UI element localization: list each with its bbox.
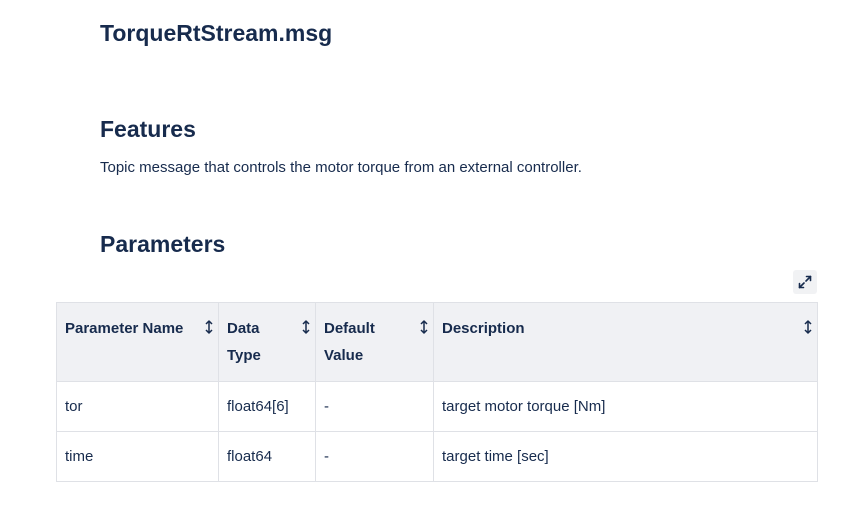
- column-header-label: Data Type: [227, 320, 261, 364]
- cell-parameter-name: time: [56, 431, 219, 482]
- column-header-label: Default Value: [324, 320, 375, 364]
- expand-table-button[interactable]: [793, 270, 817, 294]
- cell-default-value: -: [315, 431, 434, 482]
- table-row: tor float64[6] - target motor torque [Nm…: [56, 381, 818, 432]
- column-header-data-type[interactable]: Data Type: [218, 302, 316, 382]
- parameters-heading: Parameters: [100, 231, 226, 257]
- cell-description: target time [sec]: [433, 431, 818, 482]
- expand-icon: [798, 275, 812, 289]
- column-header-default-value[interactable]: Default Value: [315, 302, 434, 382]
- column-header-description[interactable]: Description: [433, 302, 818, 382]
- sort-icon[interactable]: [204, 319, 214, 335]
- cell-data-type: float64: [218, 431, 316, 482]
- cell-default-value: -: [315, 381, 434, 432]
- table-row: time float64 - target time [sec]: [56, 431, 818, 482]
- sort-icon[interactable]: [419, 319, 429, 335]
- cell-data-type: float64[6]: [218, 381, 316, 432]
- cell-parameter-name: tor: [56, 381, 219, 432]
- cell-description: target motor torque [Nm]: [433, 381, 818, 432]
- parameters-table: Parameter Name Data Type Default Value D…: [56, 302, 818, 482]
- features-heading: Features: [100, 116, 196, 142]
- column-header-label: Parameter Name: [65, 320, 184, 337]
- features-description: Topic message that controls the motor to…: [100, 159, 582, 176]
- page-title: TorqueRtStream.msg: [100, 20, 333, 46]
- table-header-row: Parameter Name Data Type Default Value D…: [56, 302, 818, 382]
- column-header-label: Description: [442, 320, 525, 337]
- sort-icon[interactable]: [803, 319, 813, 335]
- sort-icon[interactable]: [301, 319, 311, 335]
- column-header-parameter-name[interactable]: Parameter Name: [56, 302, 219, 382]
